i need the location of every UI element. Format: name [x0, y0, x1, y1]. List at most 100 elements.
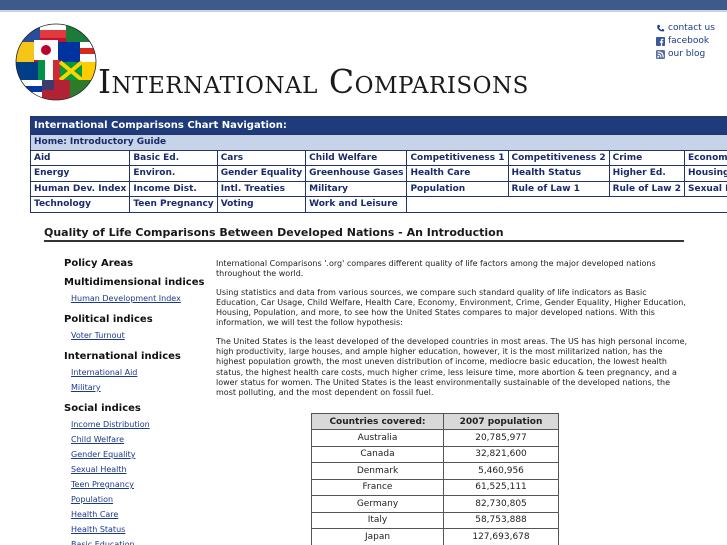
country-cell: France	[311, 478, 444, 496]
nav-home-link[interactable]: Home: Introductory Guide	[30, 134, 727, 151]
sidebar-link-military[interactable]: Military	[71, 380, 214, 395]
flag-globe-icon	[15, 23, 97, 101]
nav-title: International Comparisons Chart Navigati…	[30, 116, 727, 135]
country-cell: Italy	[311, 511, 444, 529]
country-cell: Denmark	[311, 462, 444, 480]
title-divider	[44, 240, 684, 242]
nav-link-child-welfare[interactable]: Child Welfare	[305, 149, 408, 166]
nav-link-higher-ed[interactable]: Higher Ed.	[608, 165, 686, 182]
hypothesis-paragraph: The United States is the least developed…	[216, 336, 688, 398]
population-cell: 82,730,805	[443, 495, 559, 513]
table-row: Germany 82,730,805	[311, 495, 559, 513]
phone-icon	[657, 24, 665, 32]
population-cell: 32,821,600	[443, 445, 559, 463]
sidebar-link-international-aid[interactable]: International Aid	[71, 365, 214, 380]
table-row: Australia 20,785,977	[311, 429, 559, 447]
nav-link-crime[interactable]: Crime	[608, 149, 686, 166]
nav-link-energy[interactable]: Energy	[29, 165, 131, 182]
table-row: Italy 58,753,888	[311, 511, 559, 529]
nav-empty-cell	[406, 196, 727, 213]
nav-link-military[interactable]: Military	[305, 180, 408, 197]
nav-link-health-care[interactable]: Health Care	[406, 165, 509, 182]
sidebar-title: Policy Areas	[64, 258, 134, 269]
policy-areas-sidebar: Policy Areas Multidimensional indices Hu…	[64, 258, 214, 545]
facebook-label: facebook	[668, 36, 710, 46]
facebook-icon	[656, 37, 665, 46]
nav-link-voting[interactable]: Voting	[216, 196, 307, 213]
sidebar-group-heading: International indices	[64, 351, 181, 362]
nav-link-aid[interactable]: Aid	[29, 149, 131, 166]
contact-us-label: contact us	[668, 23, 715, 33]
sidebar-group-international: International indices International Aid …	[64, 351, 214, 395]
sidebar-group-heading: Political indices	[64, 314, 153, 325]
sidebar-group-heading: Multidimensional indices	[64, 277, 205, 288]
nav-link-teen-pregnancy[interactable]: Teen Pregnancy	[129, 196, 218, 213]
nav-link-competitiveness-1[interactable]: Competitiveness 1	[406, 149, 509, 166]
table-row: Denmark 5,460,956	[311, 462, 559, 480]
blog-label: our blog	[668, 49, 706, 59]
nav-link-gender-equality[interactable]: Gender Equality	[216, 165, 307, 182]
sidebar-link-child-welfare[interactable]: Child Welfare	[71, 432, 214, 447]
nav-link-rule-of-law-1[interactable]: Rule of Law 1	[507, 180, 610, 197]
sidebar-group-political: Political indices Voter Turnout	[64, 314, 214, 343]
site-logo-text[interactable]: International Comparisons	[98, 62, 529, 101]
sidebar-link-basic-education[interactable]: Basic Education	[71, 537, 214, 545]
nav-link-rule-of-law-2[interactable]: Rule of Law 2	[608, 180, 686, 197]
nav-link-population[interactable]: Population	[406, 180, 509, 197]
top-bar-shadow	[0, 10, 727, 12]
population-cell: 58,753,888	[443, 511, 559, 529]
population-table: Countries covered: 2007 population Austr…	[311, 413, 559, 545]
nav-link-housing[interactable]: Housing	[684, 165, 727, 182]
country-cell: Canada	[311, 445, 444, 463]
header-links: contact us facebook our blog	[656, 22, 715, 61]
nav-link-environ[interactable]: Environ.	[129, 165, 218, 182]
sidebar-link-population[interactable]: Population	[71, 492, 214, 507]
nav-link-work-and-leisure[interactable]: Work and Leisure	[305, 196, 408, 213]
country-cell: Japan	[311, 528, 444, 545]
sidebar-link-health-status[interactable]: Health Status	[71, 522, 214, 537]
country-cell: Australia	[311, 429, 444, 447]
nav-link-economy[interactable]: Economy	[684, 149, 727, 166]
nav-link-cars[interactable]: Cars	[216, 149, 307, 166]
country-cell: Germany	[311, 495, 444, 513]
population-cell: 61,525,111	[443, 478, 559, 496]
contact-us-link[interactable]: contact us	[656, 22, 715, 35]
sidebar-group-heading: Social indices	[64, 403, 141, 414]
population-cell: 127,693,678	[443, 528, 559, 545]
intro-paragraph: International Comparisons '.org' compare…	[216, 259, 656, 279]
table-row: Japan 127,693,678	[311, 528, 559, 545]
table-row: Canada 32,821,600	[311, 445, 559, 463]
nav-link-basic-ed[interactable]: Basic Ed.	[129, 149, 218, 166]
top-bar	[0, 0, 727, 10]
nav-link-health-status[interactable]: Health Status	[507, 165, 610, 182]
table-header-row: Countries covered: 2007 population	[311, 413, 559, 430]
nav-link-sexual-health[interactable]: Sexual Health	[684, 180, 727, 197]
table-row: France 61,525,111	[311, 478, 559, 496]
facebook-link[interactable]: facebook	[656, 35, 715, 48]
column-header-population: 2007 population	[443, 413, 559, 430]
sidebar-link-teen-pregnancy[interactable]: Teen Pregnancy	[71, 477, 214, 492]
nav-link-intl-treaties[interactable]: Intl. Treaties	[216, 180, 307, 197]
population-cell: 5,460,956	[443, 462, 559, 480]
nav-link-human-dev-index[interactable]: Human Dev. Index	[29, 180, 131, 197]
column-header-countries: Countries covered:	[311, 413, 444, 430]
population-cell: 20,785,977	[443, 429, 559, 447]
sidebar-link-sexual-health[interactable]: Sexual Health	[71, 462, 214, 477]
sidebar-link-human-development-index[interactable]: Human Development Index	[71, 291, 214, 306]
sidebar-link-voter-turnout[interactable]: Voter Turnout	[71, 328, 214, 343]
chart-navigation-table: International Comparisons Chart Navigati…	[29, 116, 727, 213]
sidebar-link-health-care[interactable]: Health Care	[71, 507, 214, 522]
nav-link-technology[interactable]: Technology	[29, 196, 131, 213]
page-title: Quality of Life Comparisons Between Deve…	[44, 226, 504, 239]
intro-paragraph: Using statistics and data from various s…	[216, 287, 686, 328]
nav-link-greenhouse-gases[interactable]: Greenhouse Gases	[305, 165, 408, 182]
rss-icon	[656, 50, 665, 59]
sidebar-link-gender-equality[interactable]: Gender Equality	[71, 447, 214, 462]
nav-link-competitiveness-2[interactable]: Competitiveness 2	[507, 149, 610, 166]
blog-link[interactable]: our blog	[656, 48, 715, 61]
sidebar-group-multidimensional: Multidimensional indices Human Developme…	[64, 277, 214, 306]
sidebar-group-social: Social indices Income Distribution Child…	[64, 403, 214, 545]
sidebar-link-income-distribution[interactable]: Income Distribution	[71, 417, 214, 432]
nav-link-income-dist[interactable]: Income Dist.	[129, 180, 218, 197]
intro-content: International Comparisons '.org' compare…	[216, 259, 691, 407]
